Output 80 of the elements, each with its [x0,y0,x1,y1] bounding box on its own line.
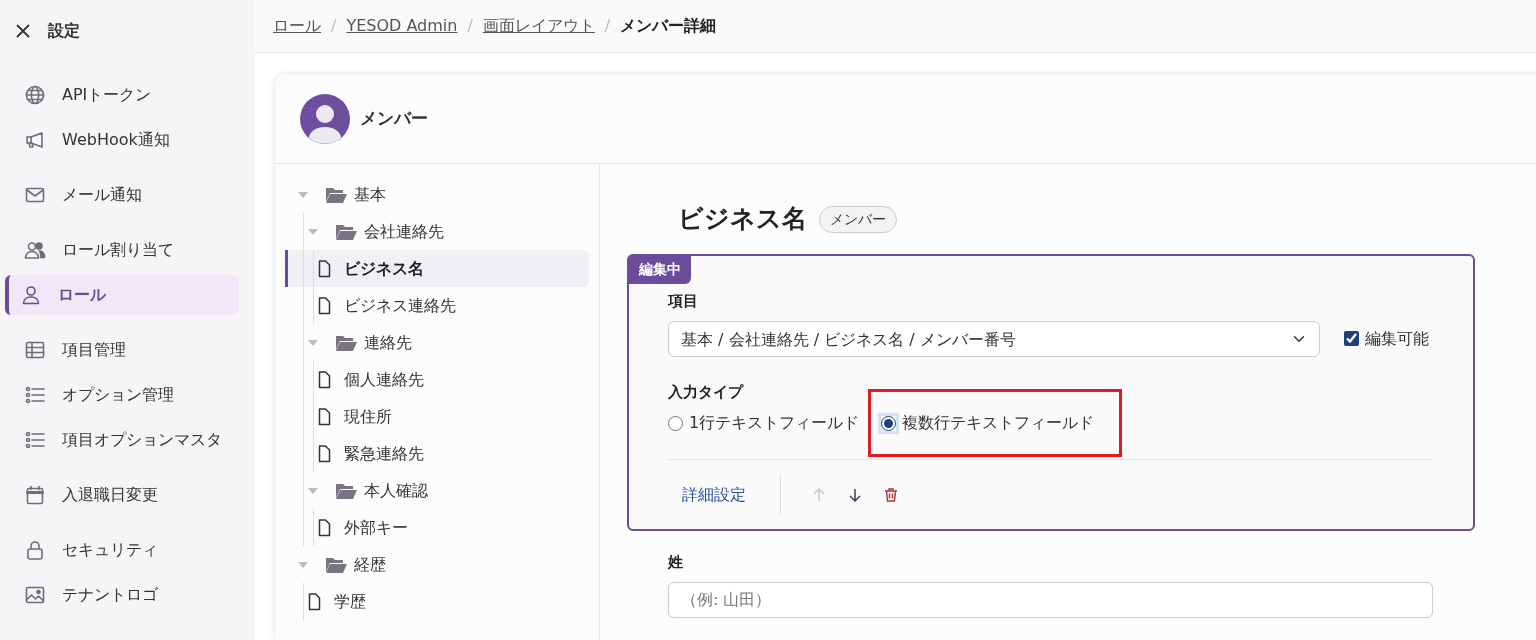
radio-option[interactable]: 1行テキストフィールド [668,411,860,435]
breadcrumb-separator: / [604,15,611,37]
radio-button[interactable] [668,415,683,431]
breadcrumb-link[interactable]: ロール [273,14,321,38]
card-title: メンバー [360,106,428,130]
checkbox[interactable] [1344,331,1359,346]
folder-icon [335,222,357,241]
tree-item[interactable]: 緊急連絡先 [285,435,589,472]
breadcrumb-link[interactable]: YESOD Admin [346,14,458,38]
tree-item[interactable]: 学歴 [285,583,589,620]
close-icon[interactable] [16,24,30,38]
arrow-down-icon [847,486,863,503]
file-icon [318,259,331,278]
list-icon [24,384,46,406]
tree-item[interactable]: 基本 [285,176,589,213]
file-icon [318,444,331,463]
avatar-icon [300,93,350,144]
radio-button[interactable] [881,415,897,431]
file-icon [308,592,321,611]
tree-item[interactable]: 経歴 [285,546,589,583]
sidebar-item[interactable]: ロール割り当て [5,230,239,270]
trash-icon [883,486,899,503]
editing-tag: 編集中 [629,256,691,284]
caret-icon[interactable] [298,191,308,198]
calendar-icon [24,484,46,506]
tree-item[interactable]: 本人確認 [285,472,589,509]
field-title: ビジネス名 [678,204,807,234]
tree-item[interactable]: 個人連絡先 [285,361,589,398]
sidebar-item[interactable]: 入退職日変更 [5,475,239,515]
caret-icon[interactable] [298,561,308,568]
radio-label: 1行テキストフィールド [689,412,860,434]
sidebar-item[interactable]: 項目管理 [5,330,239,370]
field-label: 項目 [668,291,699,312]
caret-icon[interactable] [308,487,318,494]
lock-icon [24,539,46,561]
globe-icon [24,84,46,106]
breadcrumb-current: メンバー詳細 [620,15,717,37]
tree-item[interactable]: 連絡先 [285,324,589,361]
person-icon [20,284,42,306]
sidebar-item[interactable]: ロール [5,275,239,315]
image-icon [24,584,46,606]
sidebar-item[interactable]: テナントロゴ [5,575,239,615]
settings-link[interactable]: 詳細設定 [668,482,760,507]
folder-icon [325,185,347,204]
megaphone-icon [24,129,46,151]
folder-icon [335,481,357,500]
folder-icon [335,333,357,352]
group-tag: メンバー [819,205,897,233]
sidebar-title: 設定 [48,20,80,42]
file-icon [318,407,331,426]
input-field[interactable]: （例: 山田） [668,581,1433,618]
list-icon [24,429,46,451]
breadcrumb-separator: / [467,15,473,37]
file-icon [318,518,331,537]
caret-icon[interactable] [308,339,318,346]
sidebar-item[interactable]: オプション管理 [5,375,239,415]
field-label: 姓 [668,552,684,573]
sidebar-item[interactable]: WebHook通知 [5,120,239,160]
tree-item[interactable]: 現住所 [285,398,589,435]
tree-item[interactable]: 会社連絡先 [285,213,589,250]
people-icon [24,239,46,261]
sidebar-item[interactable]: APIトークン [5,75,239,115]
breadcrumb-separator: / [331,15,337,37]
caret-icon[interactable] [308,228,318,235]
sidebar-item[interactable]: セキュリティ [5,530,239,570]
checkbox-label: 編集可能 [1365,327,1429,350]
input-type-label: 入力タイプ [668,381,745,403]
file-icon [318,370,331,389]
field-select[interactable]: 基本 / 会社連絡先 / ビジネス名 / メンバー番号 [668,320,1320,357]
breadcrumb-link[interactable]: 画面レイアウト [482,14,595,38]
tree-item[interactable]: ビジネス名 [285,250,589,287]
file-icon [318,296,331,315]
sidebar-item[interactable]: 項目オプションマスタ [5,420,239,460]
tree-item[interactable]: 外部キー [285,509,589,546]
table-icon [24,339,46,361]
arrow-up-icon [811,486,827,503]
sidebar-item[interactable]: メール通知 [5,175,239,215]
radio-label: 複数行テキストフィールド [902,412,1095,434]
tree-item[interactable]: ビジネス連絡先 [285,287,589,324]
folder-icon [325,555,347,574]
